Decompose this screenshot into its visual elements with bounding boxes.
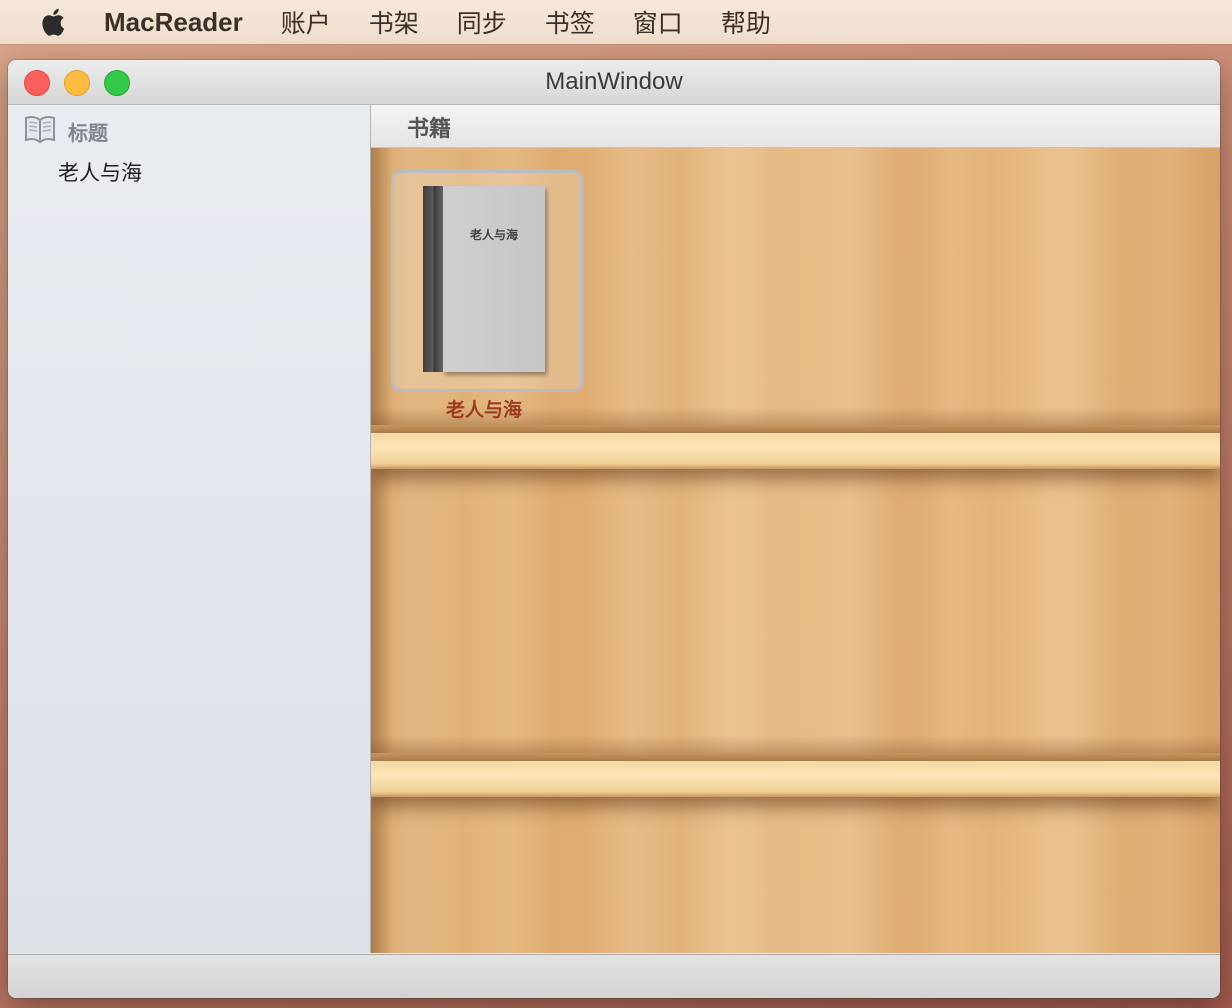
book-spine	[423, 186, 443, 372]
bookshelf-view: 书籍 老人与海 老人与海	[371, 105, 1220, 953]
book-title-label[interactable]: 老人与海	[391, 395, 577, 422]
shelf-board	[371, 761, 1220, 797]
main-window: MainWindow 标题 老人与海 书籍 老人与海 老人与海	[8, 60, 1220, 998]
menu-sync[interactable]: 同步	[457, 4, 507, 40]
book-open-icon	[24, 114, 56, 148]
sidebar-header-label: 标题	[68, 120, 108, 145]
shelf-lip	[371, 425, 1220, 433]
menu-bookmarks[interactable]: 书签	[545, 4, 595, 40]
apple-logo-icon[interactable]	[38, 5, 72, 39]
sidebar-header[interactable]: 标题	[24, 115, 108, 147]
column-header-label: 书籍	[407, 117, 452, 142]
shelf-left-shadow	[371, 148, 393, 953]
bottom-bar	[8, 954, 1220, 998]
menu-help[interactable]: 帮助	[721, 4, 771, 40]
menu-account[interactable]: 账户	[281, 4, 331, 40]
shelf-board	[371, 433, 1220, 469]
sidebar-item-book[interactable]: 老人与海	[58, 157, 142, 187]
menu-bar: MacReader 账户 书架 同步 书签 窗口 帮助	[0, 0, 1232, 44]
menu-window[interactable]: 窗口	[633, 4, 683, 40]
column-header[interactable]: 书籍	[371, 105, 1220, 148]
book-item[interactable]: 老人与海	[423, 186, 545, 372]
sidebar: 标题 老人与海	[8, 105, 371, 953]
shelf-lip	[371, 753, 1220, 761]
book-cover-title: 老人与海	[469, 228, 518, 242]
book-cover[interactable]: 老人与海	[443, 186, 545, 372]
menu-bookshelf[interactable]: 书架	[369, 4, 419, 40]
menu-app-name[interactable]: MacReader	[104, 7, 243, 38]
title-bar[interactable]: MainWindow	[8, 60, 1220, 105]
window-title: MainWindow	[545, 68, 683, 95]
